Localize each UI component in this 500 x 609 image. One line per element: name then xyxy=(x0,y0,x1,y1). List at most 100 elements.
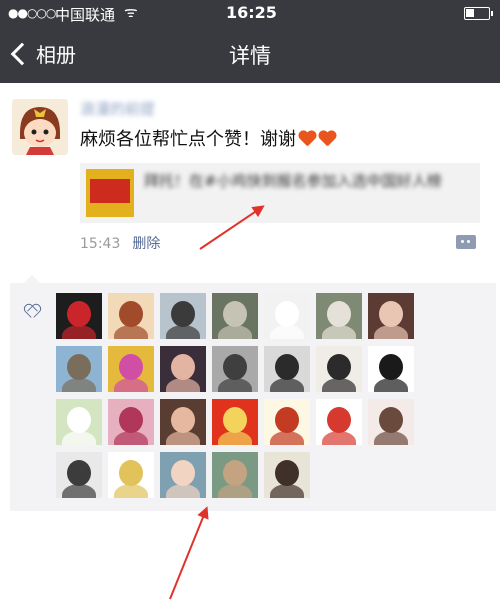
liker-5-avatar[interactable] xyxy=(264,293,310,339)
sunglasses-woman-body-icon xyxy=(322,378,356,392)
pink-figure-icon xyxy=(119,407,143,433)
anime-girl-body-icon xyxy=(114,484,148,498)
man-photo-icon xyxy=(171,301,195,327)
battery-icon xyxy=(464,7,493,20)
hat-person-icon xyxy=(275,354,299,380)
page-title: 详情 xyxy=(229,44,271,68)
round-seal-icon xyxy=(275,407,299,433)
wifi-icon: ᯤ xyxy=(124,3,138,21)
author-name[interactable]: 浪漫的前提 xyxy=(80,98,155,119)
liker-15-avatar[interactable] xyxy=(56,399,102,445)
girl-photo-icon xyxy=(171,354,195,380)
anime-pirate-icon xyxy=(327,407,351,433)
liker-26-avatar[interactable] xyxy=(264,452,310,498)
landscape-icon xyxy=(223,301,247,327)
author-avatar[interactable] xyxy=(12,99,68,155)
child-photo-body-icon xyxy=(322,325,356,339)
meme-icon xyxy=(379,354,403,380)
liker-13-avatar[interactable] xyxy=(316,346,362,392)
rainbow-figure-body-icon xyxy=(114,378,148,392)
rainbow-figure-icon xyxy=(119,354,143,380)
clock: 16:25 xyxy=(226,3,277,22)
likes-panel xyxy=(10,275,496,511)
plant-body-icon xyxy=(62,431,96,445)
liker-9-avatar[interactable] xyxy=(108,346,154,392)
shared-link-card[interactable]: 拜托！在#小鸡快到报名参加入选中国好人榜 xyxy=(80,163,480,223)
collage-body-icon xyxy=(218,378,252,392)
post-text-body: 麻烦各位帮忙点个赞！谢谢 xyxy=(80,129,296,150)
status-bar: ●●○○○ 中国联通 ᯤ 16:25 xyxy=(0,0,500,28)
carrier-name: 中国联通 xyxy=(55,6,116,24)
liker-18-avatar[interactable] xyxy=(212,399,258,445)
liker-4-avatar[interactable] xyxy=(212,293,258,339)
pink-figure-body-icon xyxy=(114,431,148,445)
delete-link[interactable]: 删除 xyxy=(132,236,160,252)
nav-bar: 相册 详情 xyxy=(0,28,500,83)
landscape-body-icon xyxy=(218,325,252,339)
woman-face-icon xyxy=(171,407,195,433)
outdoor-photo-icon xyxy=(223,460,247,486)
post-meta: 15:43 删除 xyxy=(80,233,160,253)
red-badge-body-icon xyxy=(218,431,252,445)
liker-19-avatar[interactable] xyxy=(264,399,310,445)
liker-7-avatar[interactable] xyxy=(368,293,414,339)
animal-photo-icon xyxy=(67,354,91,380)
liker-3-avatar[interactable] xyxy=(160,293,206,339)
meme-body-icon xyxy=(374,378,408,392)
child-photo-icon xyxy=(327,301,351,327)
woman-photo-body-icon xyxy=(374,325,408,339)
red-rose-icon xyxy=(67,301,91,327)
plant-icon xyxy=(67,407,91,433)
woman-portrait-icon xyxy=(275,460,299,486)
heart-outline-icon xyxy=(24,305,40,319)
signal-strength-icon: ●●○○○ xyxy=(8,6,56,20)
liker-12-avatar[interactable] xyxy=(264,346,310,392)
liker-10-avatar[interactable] xyxy=(160,346,206,392)
cartoon-girl-icon xyxy=(119,301,143,327)
cartoon-girl-body-icon xyxy=(114,325,148,339)
sketch-portrait-body-icon xyxy=(62,484,96,498)
liker-11-avatar[interactable] xyxy=(212,346,258,392)
liker-20-avatar[interactable] xyxy=(316,399,362,445)
collage-icon xyxy=(223,354,247,380)
hat-person-body-icon xyxy=(270,378,304,392)
woman-photo-icon xyxy=(379,301,403,327)
orange-heart-icon xyxy=(298,131,316,147)
shared-link-thumbnail xyxy=(86,169,134,217)
shared-link-title: 拜托！在#小鸡快到报名参加入选中国好人榜 xyxy=(144,172,442,190)
round-seal-body-icon xyxy=(270,431,304,445)
cartoon-pig-body-icon xyxy=(270,325,304,339)
red-rose-body-icon xyxy=(62,325,96,339)
anime-girl-icon xyxy=(119,460,143,486)
anime-pirate-body-icon xyxy=(322,431,356,445)
liker-14-avatar[interactable] xyxy=(368,346,414,392)
red-badge-icon xyxy=(223,407,247,433)
liker-16-avatar[interactable] xyxy=(108,399,154,445)
baby-photo-body-icon xyxy=(166,484,200,498)
post-text: 麻烦各位帮忙点个赞！谢谢 xyxy=(80,125,336,151)
animal-photo-body-icon xyxy=(62,378,96,392)
baby-photo-icon xyxy=(171,460,195,486)
woman-face-body-icon xyxy=(166,431,200,445)
girl-photo-body-icon xyxy=(166,378,200,392)
liker-23-avatar[interactable] xyxy=(108,452,154,498)
girl-smile-body-icon xyxy=(374,431,408,445)
liker-8-avatar[interactable] xyxy=(56,346,102,392)
post-time: 15:43 xyxy=(80,236,121,252)
girl-smile-icon xyxy=(379,407,403,433)
comment-icon[interactable] xyxy=(456,235,476,249)
liker-24-avatar[interactable] xyxy=(160,452,206,498)
liker-2-avatar[interactable] xyxy=(108,293,154,339)
cartoon-girl-avatar-icon xyxy=(12,99,68,155)
liker-17-avatar[interactable] xyxy=(160,399,206,445)
liker-25-avatar[interactable] xyxy=(212,452,258,498)
liker-22-avatar[interactable] xyxy=(56,452,102,498)
moment-post: 浪漫的前提 麻烦各位帮忙点个赞！谢谢 拜托！在#小鸡快到报名参加入选中国好人榜 … xyxy=(0,83,500,609)
liker-21-avatar[interactable] xyxy=(368,399,414,445)
man-photo-body-icon xyxy=(166,325,200,339)
sunglasses-woman-icon xyxy=(327,354,351,380)
annotation-arrow xyxy=(169,504,214,600)
liker-1-avatar[interactable] xyxy=(56,293,102,339)
woman-portrait-body-icon xyxy=(270,484,304,498)
liker-6-avatar[interactable] xyxy=(316,293,362,339)
